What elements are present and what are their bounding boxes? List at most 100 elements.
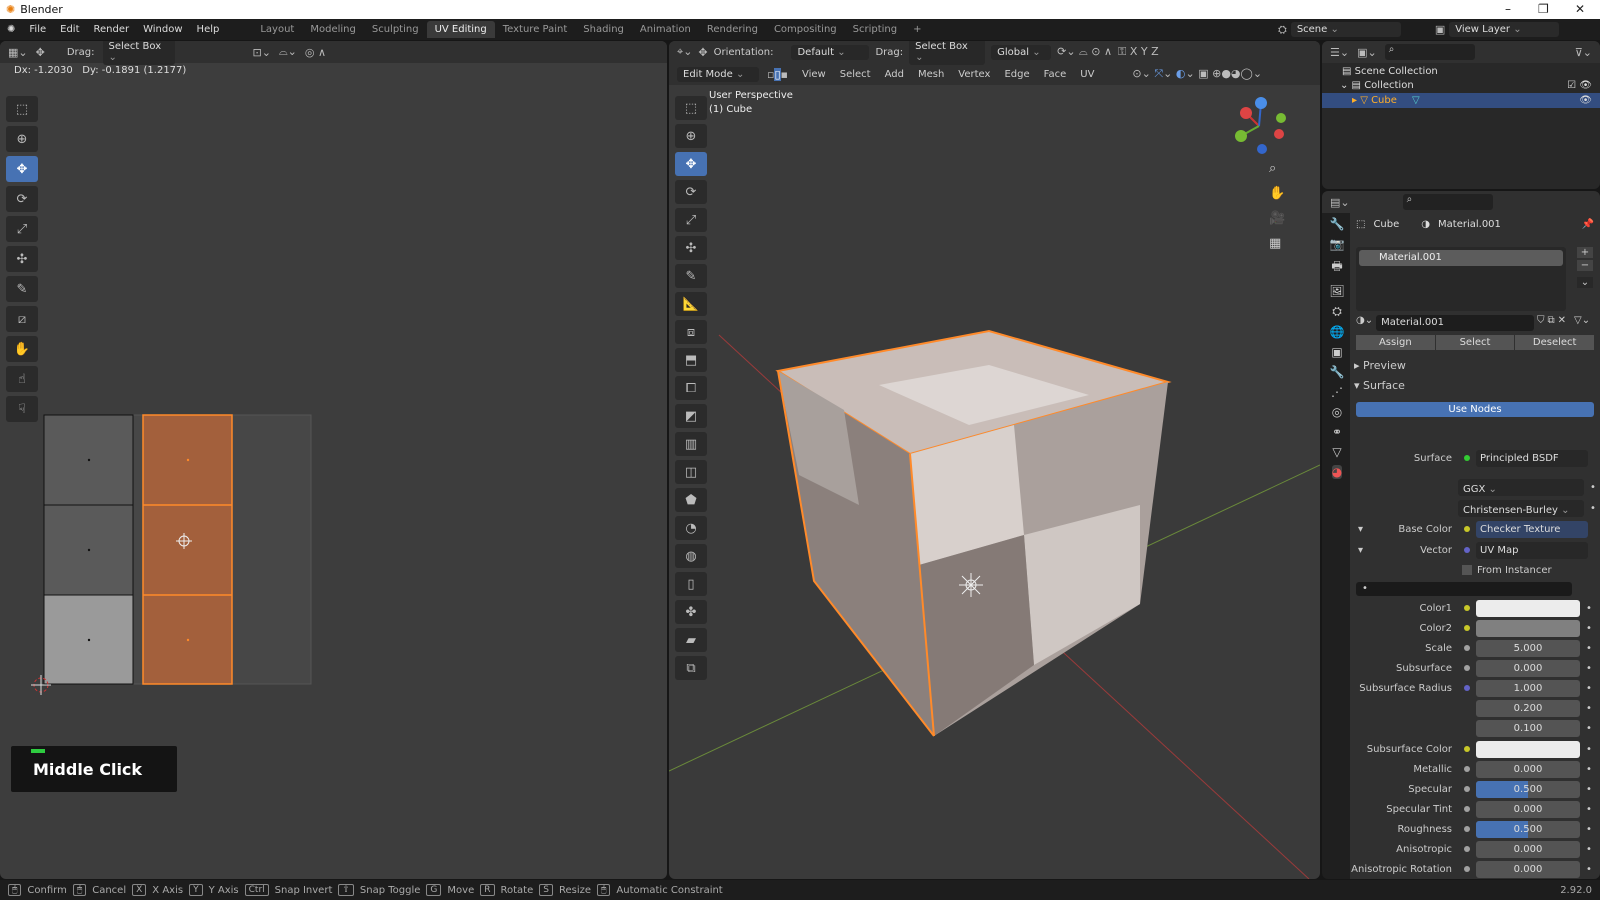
use-nodes-button[interactable]: Use Nodes [1356, 402, 1594, 417]
outliner-search-input[interactable]: ⌕ [1384, 44, 1475, 60]
menu-file[interactable]: File [22, 24, 53, 35]
rotate-icon[interactable]: ⟳ [675, 180, 707, 204]
scene-tab-icon[interactable]: ⛭ [1332, 304, 1342, 319]
scale-icon[interactable]: ⤢ [675, 208, 707, 232]
close-button[interactable]: ✕ [1575, 2, 1585, 16]
output-tab-icon[interactable]: 🖶 [1331, 257, 1342, 278]
distribution-dropdown[interactable]: GGX [1458, 478, 1584, 496]
inset-icon[interactable]: ⧠ [675, 376, 707, 400]
ortho-grid-icon[interactable]: ▦ [1269, 236, 1285, 251]
color2-field[interactable] [1476, 619, 1580, 637]
preview-panel-header[interactable]: ▸ Preview [1354, 359, 1406, 372]
display-mode-icon[interactable]: ▣⌄ [1357, 46, 1377, 59]
socket-icon[interactable] [1462, 683, 1472, 693]
socket-icon[interactable] [1462, 545, 1472, 555]
view-layer-tab-icon[interactable]: 🖼 [1329, 284, 1344, 298]
world-tab-icon[interactable]: 🌐 [1330, 325, 1345, 339]
subsurface-field[interactable]: 0.000 [1476, 659, 1580, 677]
remove-slot-button[interactable]: − [1577, 260, 1593, 271]
keyframe-dot-icon[interactable]: • [1586, 723, 1592, 734]
surface-shader-field[interactable]: Principled BSDF [1476, 449, 1588, 467]
mirror-axis-icons[interactable]: ⚿ X Y Z [1118, 45, 1159, 59]
tool-tab-icon[interactable]: 🔧 [1330, 217, 1345, 231]
3d-viewport[interactable]: ⌖⌄ ✥ Orientation: Default Drag: Select B… [669, 41, 1320, 879]
mode-dropdown[interactable]: Edit Mode [677, 66, 759, 82]
socket-icon[interactable] [1462, 744, 1472, 754]
constraints-tab-icon[interactable]: ⚭ [1332, 425, 1342, 439]
restore-button[interactable]: ❐ [1538, 2, 1549, 16]
cube-mesh[interactable] [775, 329, 1172, 737]
socket-icon[interactable] [1462, 764, 1472, 774]
tab-uv-editing[interactable]: UV Editing [426, 21, 495, 38]
add-slot-button[interactable]: + [1577, 247, 1593, 258]
tab-rendering[interactable]: Rendering [699, 21, 766, 38]
subsurface-method-dropdown[interactable]: Christensen-Burley [1458, 499, 1584, 517]
material-slot-item[interactable]: Material.001 [1359, 250, 1563, 266]
select-mode-icons[interactable]: ▫▯▪ [767, 67, 788, 81]
minimize-button[interactable]: – [1505, 2, 1511, 16]
keyframe-dot-icon[interactable]: • [1586, 683, 1592, 694]
scene-icon[interactable]: ⛭ [1278, 23, 1287, 37]
tab-sculpting[interactable]: Sculpting [364, 21, 427, 38]
add-cube-icon[interactable]: ⧈ [675, 320, 707, 344]
unlink-icon[interactable]: ✕ [1558, 315, 1566, 331]
tab--[interactable]: + [905, 21, 929, 38]
socket-icon[interactable] [1462, 864, 1472, 874]
viewport-menu-view[interactable]: View [802, 69, 826, 80]
deselect-button[interactable]: Deselect [1515, 335, 1595, 350]
transform-orientation-dropdown[interactable]: Global [991, 44, 1052, 60]
transform-icon[interactable]: ✣ [675, 236, 707, 260]
scene-collection-row[interactable]: ▤ Scene Collection [1322, 63, 1600, 77]
blender-menu-icon[interactable]: ✺ [0, 24, 22, 35]
scale-field[interactable]: 5.000 [1476, 639, 1580, 657]
tab-layout[interactable]: Layout [252, 21, 302, 38]
physics-tab-icon[interactable]: ◎ [1332, 405, 1342, 419]
shear-icon[interactable]: ▰ [675, 628, 707, 652]
keyframe-dot-icon[interactable]: • [1590, 503, 1596, 514]
socket-icon[interactable] [1462, 804, 1472, 814]
scene-selector[interactable]: Scene [1290, 22, 1401, 37]
editor-type-icon[interactable]: ⌖⌄ [677, 45, 692, 59]
rip-region-icon[interactable]: ⧉ [675, 656, 707, 680]
uv-editor[interactable]: ▦⌄ ✥ Drag: Select Box ⊡⌄ ⌓⌄ ◎ ∧ Dx: -1.2… [0, 41, 667, 879]
keyframe-dot-icon[interactable]: • [1586, 824, 1592, 835]
orientation-dropdown[interactable]: Default [791, 44, 870, 60]
keyframe-dot-icon[interactable]: • [1586, 643, 1592, 654]
camera-icon[interactable]: 🎥 [1269, 211, 1285, 226]
shrink-fatten-icon[interactable]: ✤ [675, 600, 707, 624]
duplicate-icon[interactable]: ⧉ [1547, 315, 1554, 331]
fake-user-icon[interactable]: ⛉ [1537, 315, 1545, 331]
edge-slide-icon[interactable]: ▯ [675, 572, 707, 596]
zoom-icon[interactable]: ⌕ [1269, 161, 1285, 176]
visibility-eye-icon[interactable]: ☑ 👁 [1567, 80, 1592, 91]
tab-texture-paint[interactable]: Texture Paint [495, 21, 576, 38]
render-tab-icon[interactable]: 📷 [1330, 237, 1345, 251]
view-layer-icon[interactable]: ▣ [1435, 23, 1445, 36]
material-browse-icon[interactable]: ◑⌄ [1356, 315, 1373, 331]
loop-cut-icon[interactable]: ▥ [675, 432, 707, 456]
properties-editor[interactable]: ▤⌄ ⌕ 🔧 📷 🖶 🖼 ⛭ 🌐 ▣ 🔧 ⋰ ◎ ⚭ ▽ ◕ ⬚ Cube ◑ Material.001 📌… [1322, 191, 1600, 879]
keyframe-dot-icon[interactable]: • [1586, 764, 1592, 775]
from-instancer-checkbox[interactable] [1462, 565, 1472, 575]
bevel-icon[interactable]: ◩ [675, 404, 707, 428]
object-tab-icon[interactable]: ▣ [1331, 345, 1342, 359]
keyframe-dot-icon[interactable]: • [1586, 703, 1592, 714]
expand-arrow-icon[interactable]: ▾ [1358, 524, 1363, 535]
tab-shading[interactable]: Shading [575, 21, 632, 38]
select-button[interactable]: Select [1435, 335, 1515, 350]
modifier-tab-icon[interactable]: 🔧 [1330, 365, 1345, 379]
keyframe-dot-icon[interactable]: • [1586, 784, 1592, 795]
viewport-menu-face[interactable]: Face [1044, 69, 1067, 80]
metallic-field[interactable]: 0.000 [1476, 760, 1580, 778]
keyframe-dot-icon[interactable]: • [1586, 623, 1592, 634]
pan-hand-icon[interactable]: ✋ [1269, 186, 1285, 201]
anisotropic-field[interactable]: 0.000 [1476, 840, 1580, 858]
slot-menu-button[interactable]: ⌄ [1577, 277, 1593, 288]
assign-button[interactable]: Assign [1356, 335, 1435, 350]
view-layer-selector[interactable]: View Layer [1449, 22, 1560, 37]
keyframe-dot-icon[interactable]: • [1590, 482, 1596, 493]
anisotropic-rotation-field[interactable]: 0.000 [1476, 860, 1580, 878]
editor-type-icon[interactable]: ▤⌄ [1330, 196, 1350, 209]
visibility-eye-icon[interactable]: 👁 [1579, 95, 1592, 106]
viewport-menu-mesh[interactable]: Mesh [918, 69, 944, 80]
